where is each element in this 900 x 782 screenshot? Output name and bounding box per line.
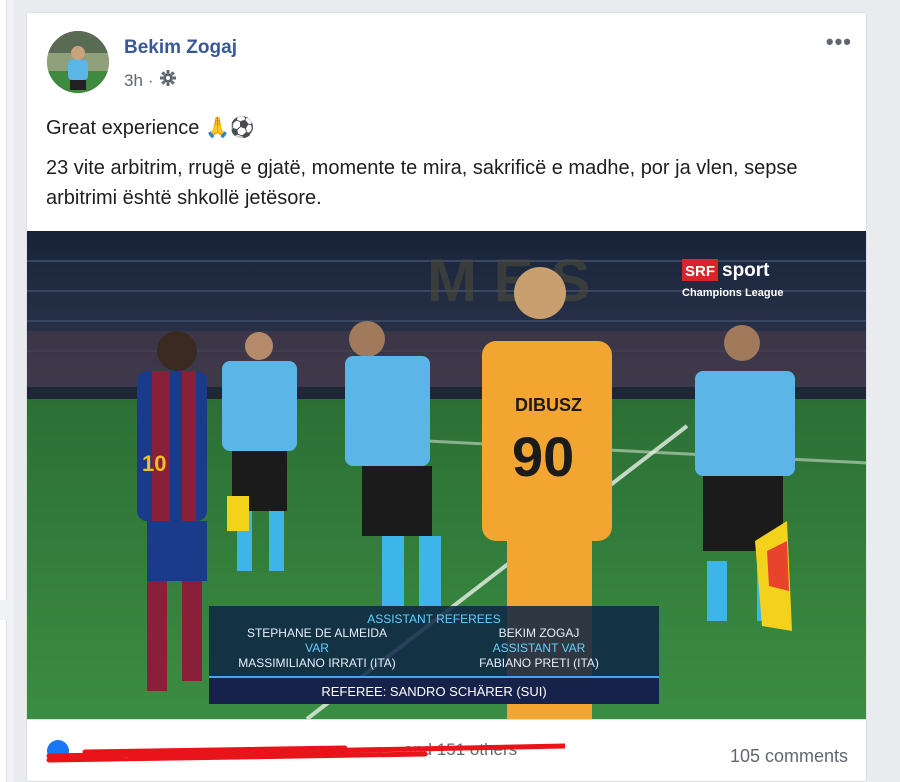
goalkeeper-number: 90 [512, 425, 574, 488]
svg-text:M E S: M E S [427, 247, 590, 314]
feed-post: Bekim Zogaj 3h · ••• Great experience 🙏⚽… [26, 12, 867, 782]
left-card-edge [0, 0, 7, 600]
post-time[interactable]: 3h [124, 71, 143, 91]
post-footer: and 151 others 105 comments [27, 719, 866, 781]
svg-text:MASSIMILIANO IRRATI (ITA): MASSIMILIANO IRRATI (ITA) [238, 656, 396, 670]
left-card-edge-lower [0, 620, 7, 782]
svg-text:ASSISTANT VAR: ASSISTANT VAR [493, 641, 586, 655]
match-photo-illustration: M E S DIBUSZ 90 SRF sport Champions Leag… [27, 231, 866, 719]
post-photo[interactable]: M E S DIBUSZ 90 SRF sport Champions Leag… [27, 231, 866, 719]
post-text-title: Great experience 🙏⚽ [46, 117, 255, 139]
author-name[interactable]: Bekim Zogaj [124, 37, 237, 59]
redaction-scribble [46, 743, 565, 763]
svg-text:STEPHANE DE ALMEIDA: STEPHANE DE ALMEIDA [247, 626, 387, 640]
officials-overlay: ASSISTANT REFEREES STEPHANE DE ALMEIDA B… [209, 606, 659, 704]
gear-icon[interactable] [159, 69, 177, 92]
svg-text:ASSISTANT REFEREES: ASSISTANT REFEREES [367, 612, 501, 626]
messi-number: 10 [142, 451, 166, 476]
more-options-button[interactable]: ••• [826, 29, 852, 55]
goalkeeper-name: DIBUSZ [515, 395, 582, 415]
svg-text:sport: sport [722, 260, 770, 281]
avatar[interactable] [47, 31, 109, 93]
broadcaster-logo: SRF sport Champions League [682, 259, 783, 299]
svg-text:VAR: VAR [305, 641, 329, 655]
svg-text:FABIANO PRETI (ITA): FABIANO PRETI (ITA) [479, 656, 599, 670]
svg-text:Champions League: Champions League [682, 287, 783, 299]
post-meta: 3h · [124, 69, 177, 92]
meta-separator: · [147, 70, 154, 90]
svg-text:BEKIM ZOGAJ: BEKIM ZOGAJ [499, 626, 580, 640]
comments-count[interactable]: 105 comments [730, 746, 848, 767]
svg-text:REFEREE: SANDRO SCHÄRER (SUI): REFEREE: SANDRO SCHÄRER (SUI) [321, 684, 546, 699]
svg-text:SRF: SRF [685, 263, 715, 280]
post-text-body: 23 vite arbitrim, rrugë e gjatë, momente… [46, 157, 798, 209]
